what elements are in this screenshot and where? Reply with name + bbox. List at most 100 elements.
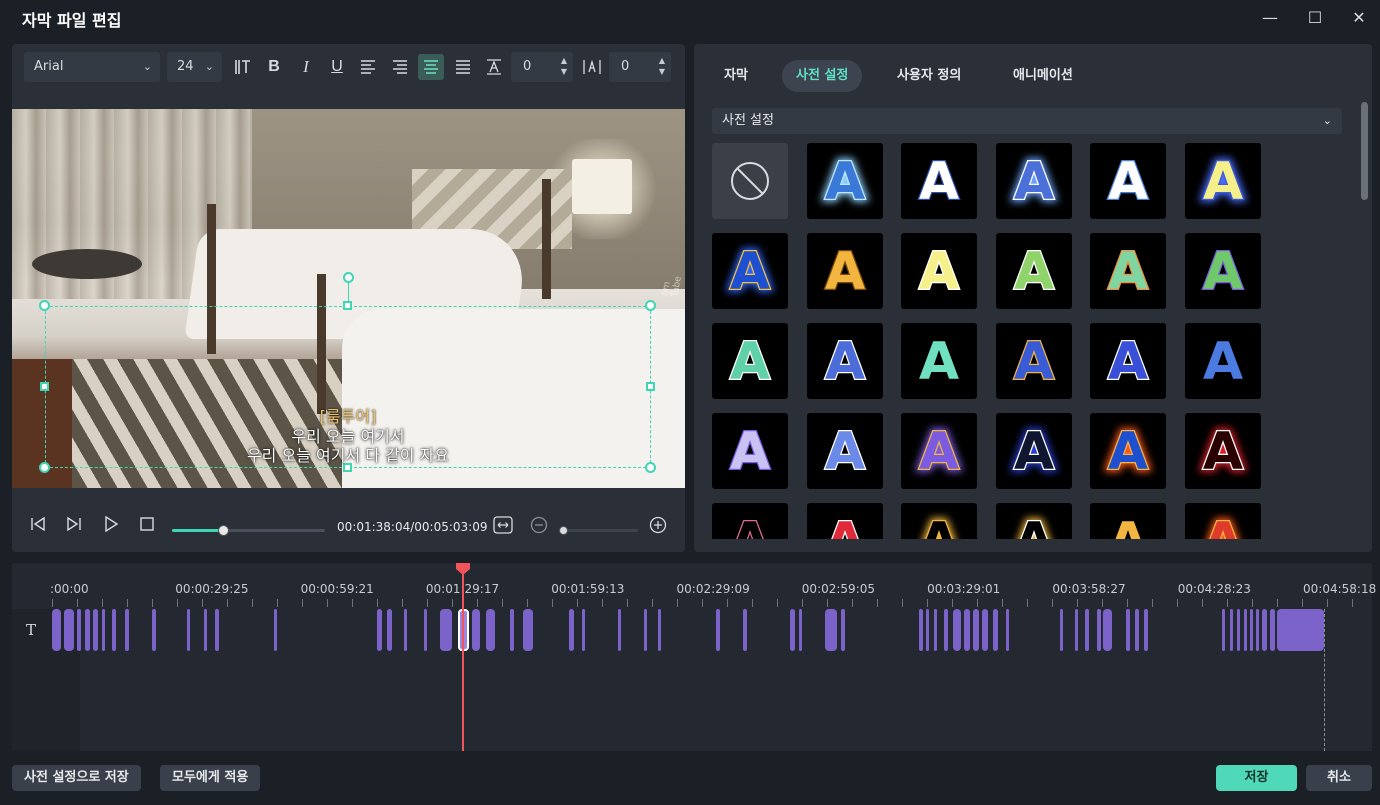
stop-icon[interactable] [135, 516, 159, 540]
subtitle-clip[interactable] [1277, 609, 1324, 651]
apply-to-all-button[interactable]: 모두에게 적용 [160, 765, 261, 791]
subtitle-clip[interactable] [377, 609, 382, 651]
subtitle-clip[interactable] [85, 609, 90, 651]
preset-tile[interactable]: A [1090, 143, 1166, 219]
subtitle-clip[interactable] [112, 609, 116, 651]
preset-tile[interactable]: A [1090, 233, 1166, 309]
subtitle-clip[interactable] [993, 609, 998, 651]
text-height-icon[interactable] [229, 54, 255, 80]
subtitle-track[interactable] [12, 609, 1372, 651]
subtitle-clip[interactable] [1135, 609, 1139, 651]
preset-tile[interactable]: AA [901, 413, 977, 489]
subtitle-clip[interactable] [93, 609, 98, 651]
playback-progress-knob[interactable] [218, 525, 230, 536]
maximize-button[interactable]: ☐ [1301, 6, 1329, 30]
subtitle-clip[interactable] [274, 609, 277, 651]
resize-handle-top[interactable] [343, 301, 352, 310]
prev-frame-icon[interactable] [26, 516, 50, 540]
timeline-ruler[interactable]: :00:0000:00:29:2500:00:59:2100:01:29:170… [12, 563, 1376, 608]
subtitle-clip[interactable] [404, 609, 407, 651]
subtitle-clip[interactable] [424, 609, 427, 651]
stepper-arrows-icon[interactable]: ▲ ▼ [659, 55, 665, 77]
subtitle-clip[interactable] [204, 609, 207, 651]
subtitle-clip[interactable] [799, 609, 802, 651]
preset-tile[interactable]: AA [995, 503, 1072, 539]
subtitle-clip[interactable] [187, 609, 190, 651]
subtitle-clip[interactable] [825, 609, 837, 651]
font-family-select[interactable]: Arial ⌄ [24, 52, 160, 82]
subtitle-clip[interactable] [1222, 609, 1225, 651]
subtitle-clip[interactable] [1060, 609, 1063, 651]
subtitle-clip[interactable] [618, 609, 621, 651]
zoom-in-icon[interactable] [646, 516, 670, 540]
preset-tile[interactable]: AA [995, 143, 1072, 219]
subtitle-clip[interactable] [644, 609, 647, 651]
resize-handle-top-right[interactable] [645, 300, 656, 311]
subtitle-clip[interactable] [569, 609, 574, 651]
char-spacing-icon[interactable] [481, 54, 507, 80]
subtitle-clip[interactable] [964, 609, 970, 651]
subtitle-clip[interactable] [919, 609, 923, 651]
subtitle-clip[interactable] [1097, 609, 1101, 651]
rotate-handle[interactable] [343, 272, 354, 283]
char-spacing-stepper[interactable]: 0 ▲ ▼ [511, 52, 573, 82]
subtitle-clip[interactable] [841, 609, 845, 651]
subtitle-clip[interactable] [1256, 609, 1259, 651]
subtitle-clip[interactable] [743, 609, 747, 651]
subtitle-clip[interactable] [64, 609, 74, 651]
subtitle-clip[interactable] [215, 609, 219, 651]
save-button[interactable]: 저장 [1216, 765, 1297, 791]
subtitle-clip[interactable] [1250, 609, 1253, 651]
video-preview[interactable]: Ijm Tube [룸투어] 우리 오늘 여기서 우리 오늘 여기서 다 같이 … [12, 109, 685, 488]
font-size-select[interactable]: 24 ⌄ [167, 52, 222, 82]
subtitle-clip[interactable] [486, 609, 495, 651]
subtitle-clip[interactable] [716, 609, 720, 651]
subtitle-clip[interactable] [440, 609, 452, 651]
preset-tile[interactable]: A [995, 323, 1072, 399]
line-spacing-stepper[interactable]: 0 ▲ ▼ [609, 52, 671, 82]
subtitle-clip[interactable] [973, 609, 979, 651]
bold-button[interactable]: B [261, 54, 287, 80]
preset-tile[interactable]: AA [901, 503, 977, 539]
subtitle-text[interactable]: [룸투어] 우리 오늘 여기서 우리 오늘 여기서 다 같이 자요 [45, 407, 651, 465]
align-justify-icon[interactable] [450, 54, 476, 80]
zoom-slider-knob[interactable] [559, 526, 568, 535]
preset-tile[interactable]: A [1090, 503, 1166, 539]
subtitle-clip[interactable] [1270, 609, 1275, 651]
subtitle-clip[interactable] [1075, 609, 1078, 651]
tab-animation[interactable]: 애니메이션 [999, 60, 1087, 92]
save-as-preset-button[interactable]: 사전 설정으로 저장 [12, 765, 141, 791]
preset-tile[interactable]: A [806, 233, 883, 309]
preset-tile[interactable]: AA [1090, 413, 1166, 489]
zoom-slider[interactable] [559, 526, 638, 535]
subtitle-clip[interactable] [1126, 609, 1130, 651]
subtitle-clip[interactable] [1103, 609, 1112, 651]
subtitle-clip[interactable] [934, 609, 937, 651]
preset-tile[interactable]: AA [1184, 413, 1261, 489]
preset-tile[interactable]: A [901, 143, 977, 219]
subtitle-clip[interactable] [944, 609, 948, 651]
subtitle-clip[interactable] [125, 609, 129, 651]
subtitle-clip[interactable] [102, 609, 105, 651]
preset-tile[interactable]: A [1184, 233, 1261, 309]
subtitle-clip[interactable] [387, 609, 392, 651]
minimize-button[interactable]: — [1256, 6, 1284, 30]
subtitle-clip[interactable] [152, 609, 156, 651]
close-button[interactable]: ✕ [1345, 6, 1373, 30]
subtitle-clip[interactable] [1006, 609, 1009, 651]
play-icon[interactable] [99, 515, 123, 540]
preset-none[interactable] [712, 143, 788, 219]
preset-tile[interactable]: A [806, 413, 883, 489]
preset-category-select[interactable]: 사전 설정 ⌄ [712, 108, 1342, 134]
subtitle-clip[interactable] [472, 609, 480, 651]
subtitle-clip[interactable] [510, 609, 514, 651]
stepper-arrows-icon[interactable]: ▲ ▼ [561, 55, 567, 77]
preset-tile[interactable]: A [995, 233, 1072, 309]
subtitle-clip[interactable] [1244, 609, 1247, 651]
underline-button[interactable]: U [324, 54, 350, 80]
subtitle-clip[interactable] [1237, 609, 1240, 651]
subtitle-clip[interactable] [1144, 609, 1148, 651]
preset-tile[interactable]: AA [712, 233, 788, 309]
align-right-icon[interactable] [387, 54, 413, 80]
preset-tile[interactable]: A [1090, 323, 1166, 399]
